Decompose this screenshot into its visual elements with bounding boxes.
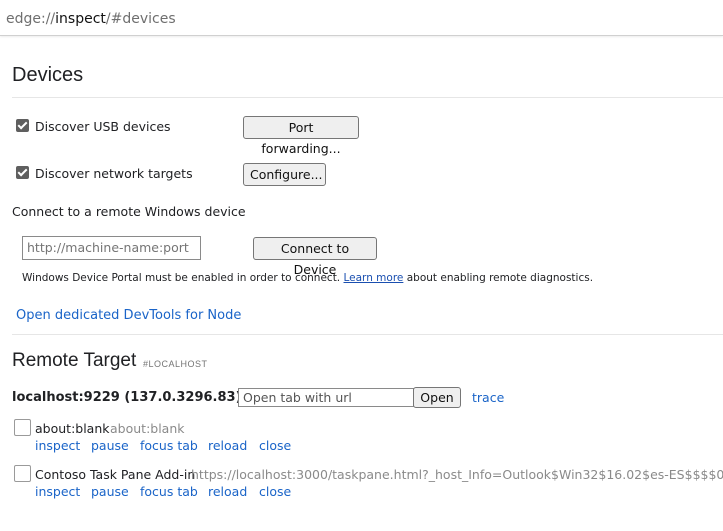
target-title: about:blank	[35, 421, 110, 436]
focus-tab-link[interactable]: focus tab	[140, 484, 198, 499]
inspect-link[interactable]: inspect	[35, 438, 80, 453]
portal-note: Windows Device Portal must be enabled in…	[22, 272, 593, 284]
remote-target-heading: Remote Target	[12, 350, 137, 371]
address-scheme: edge://	[6, 11, 56, 27]
open-tab-button[interactable]: Open	[413, 387, 461, 408]
discover-network-label: Discover network targets	[35, 166, 193, 181]
section-divider	[12, 334, 723, 335]
address-host: inspect	[55, 11, 106, 27]
target-url: about:blank	[110, 421, 185, 436]
target-host-label: localhost:9229 (137.0.3296.83)	[12, 390, 242, 405]
discover-network-checkbox[interactable]	[16, 166, 29, 179]
address-path: /#devices	[105, 11, 176, 27]
configure-button[interactable]: Configure...	[243, 163, 326, 186]
focus-tab-link[interactable]: focus tab	[140, 438, 198, 453]
remote-target-subheading: #LOCALHOST	[143, 359, 208, 369]
reload-link[interactable]: reload	[208, 484, 247, 499]
inspect-link[interactable]: inspect	[35, 484, 80, 499]
open-devtools-node-link[interactable]: Open dedicated DevTools for Node	[16, 308, 241, 323]
target-url: https://localhost:3000/taskpane.html?_ho…	[191, 467, 723, 482]
portal-note-text: Windows Device Portal must be enabled in…	[22, 272, 341, 284]
pause-link[interactable]: pause	[91, 438, 129, 453]
target-title: Contoso Task Pane Add-in	[35, 467, 196, 482]
devices-divider	[12, 97, 723, 98]
pause-link[interactable]: pause	[91, 484, 129, 499]
trace-link[interactable]: trace	[472, 390, 504, 405]
port-forwarding-button[interactable]: Port forwarding...	[243, 116, 359, 156]
target-checkbox[interactable]	[14, 465, 31, 482]
close-link[interactable]: close	[259, 484, 291, 499]
address-bar[interactable]: edge://inspect/#devices	[0, 0, 723, 36]
remote-windows-label: Connect to a remote Windows device	[12, 204, 246, 219]
reload-link[interactable]: reload	[208, 438, 247, 453]
discover-usb-checkbox[interactable]	[16, 119, 29, 132]
connect-to-device-button[interactable]: Connect to Device	[253, 237, 377, 277]
discover-usb-label: Discover USB devices	[35, 119, 171, 134]
machine-address-input[interactable]: http://machine-name:port	[22, 236, 201, 260]
devices-heading: Devices	[12, 64, 84, 86]
open-tab-url-input[interactable]: Open tab with url	[238, 388, 414, 407]
portal-note-suffix: about enabling remote diagnostics.	[406, 272, 594, 284]
close-link[interactable]: close	[259, 438, 291, 453]
target-checkbox[interactable]	[14, 419, 31, 436]
learn-more-link[interactable]: Learn more	[344, 272, 404, 284]
